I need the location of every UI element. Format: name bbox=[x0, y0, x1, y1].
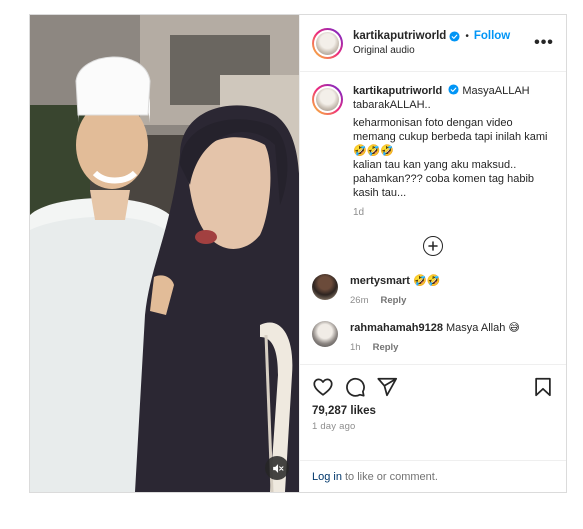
post-sidebar: kartikaputriworld • Follow Original audi… bbox=[299, 15, 566, 492]
login-prompt: Log in to like or comment. bbox=[300, 460, 566, 492]
reply-button[interactable]: Reply bbox=[380, 294, 406, 308]
author-username[interactable]: kartikaputriworld bbox=[353, 30, 446, 42]
heart-icon[interactable] bbox=[312, 376, 334, 398]
commenter-username[interactable]: mertysmart bbox=[350, 275, 410, 287]
comment-time: 26m bbox=[350, 295, 369, 306]
follow-button[interactable]: Follow bbox=[474, 30, 510, 42]
comment-text: 🤣🤣 bbox=[412, 275, 441, 287]
reply-button[interactable]: Reply bbox=[373, 341, 399, 355]
login-suffix: to like or comment. bbox=[344, 470, 438, 483]
caption-line-3: kalian tau kan yang aku maksud.. pahamka… bbox=[353, 159, 535, 199]
separator-dot: • bbox=[465, 30, 469, 42]
commenter-avatar[interactable] bbox=[312, 321, 338, 347]
post-card: kartikaputriworld • Follow Original audi… bbox=[29, 14, 567, 493]
comment-text: Masya Allah 😅 bbox=[446, 322, 520, 334]
commenter-avatar[interactable] bbox=[312, 274, 338, 300]
plus-circle-icon[interactable] bbox=[423, 236, 443, 256]
author-info: kartikaputriworld • Follow Original audi… bbox=[353, 30, 534, 56]
more-options-icon[interactable]: ••• bbox=[534, 34, 554, 52]
comments-section: kartikaputriworld MasyaALLAH tabarakALLA… bbox=[300, 72, 566, 364]
send-icon[interactable] bbox=[376, 376, 398, 398]
caption-time: 1d bbox=[353, 207, 365, 218]
comment-bubble-icon[interactable] bbox=[344, 376, 366, 398]
commenter-username[interactable]: rahmahamah9128 bbox=[350, 322, 443, 334]
caption: kartikaputriworld MasyaALLAH tabarakALLA… bbox=[312, 84, 554, 220]
bookmark-icon[interactable] bbox=[532, 376, 554, 398]
load-more-comments bbox=[312, 236, 554, 256]
caption-avatar[interactable] bbox=[312, 84, 343, 115]
mute-toggle-button[interactable] bbox=[265, 456, 289, 480]
author-avatar[interactable] bbox=[312, 27, 343, 59]
verified-badge-icon bbox=[448, 84, 459, 95]
verified-badge-icon bbox=[449, 30, 460, 42]
likes-count[interactable]: 79,287 likes bbox=[312, 405, 554, 417]
speaker-muted-icon bbox=[272, 463, 283, 473]
action-bar: 79,287 likes 1 day ago bbox=[300, 364, 566, 460]
post-header: kartikaputriworld • Follow Original audi… bbox=[300, 15, 566, 72]
comment-time: 1h bbox=[350, 342, 361, 353]
comment-item: rahmahamah9128 Masya Allah 😅 1h Reply bbox=[312, 321, 554, 355]
original-audio-link[interactable]: Original audio bbox=[353, 45, 534, 56]
post-date[interactable]: 1 day ago bbox=[312, 421, 554, 432]
caption-username[interactable]: kartikaputriworld bbox=[353, 85, 442, 97]
caption-line-2: keharmonisan foto dengan video memang cu… bbox=[353, 117, 548, 157]
login-link[interactable]: Log in bbox=[312, 471, 342, 483]
caption-text: kartikaputriworld MasyaALLAH tabarakALLA… bbox=[353, 84, 554, 220]
video-frame bbox=[30, 15, 299, 492]
video-player[interactable] bbox=[30, 15, 299, 492]
comment-item: mertysmart 🤣🤣 26m Reply bbox=[312, 274, 554, 308]
